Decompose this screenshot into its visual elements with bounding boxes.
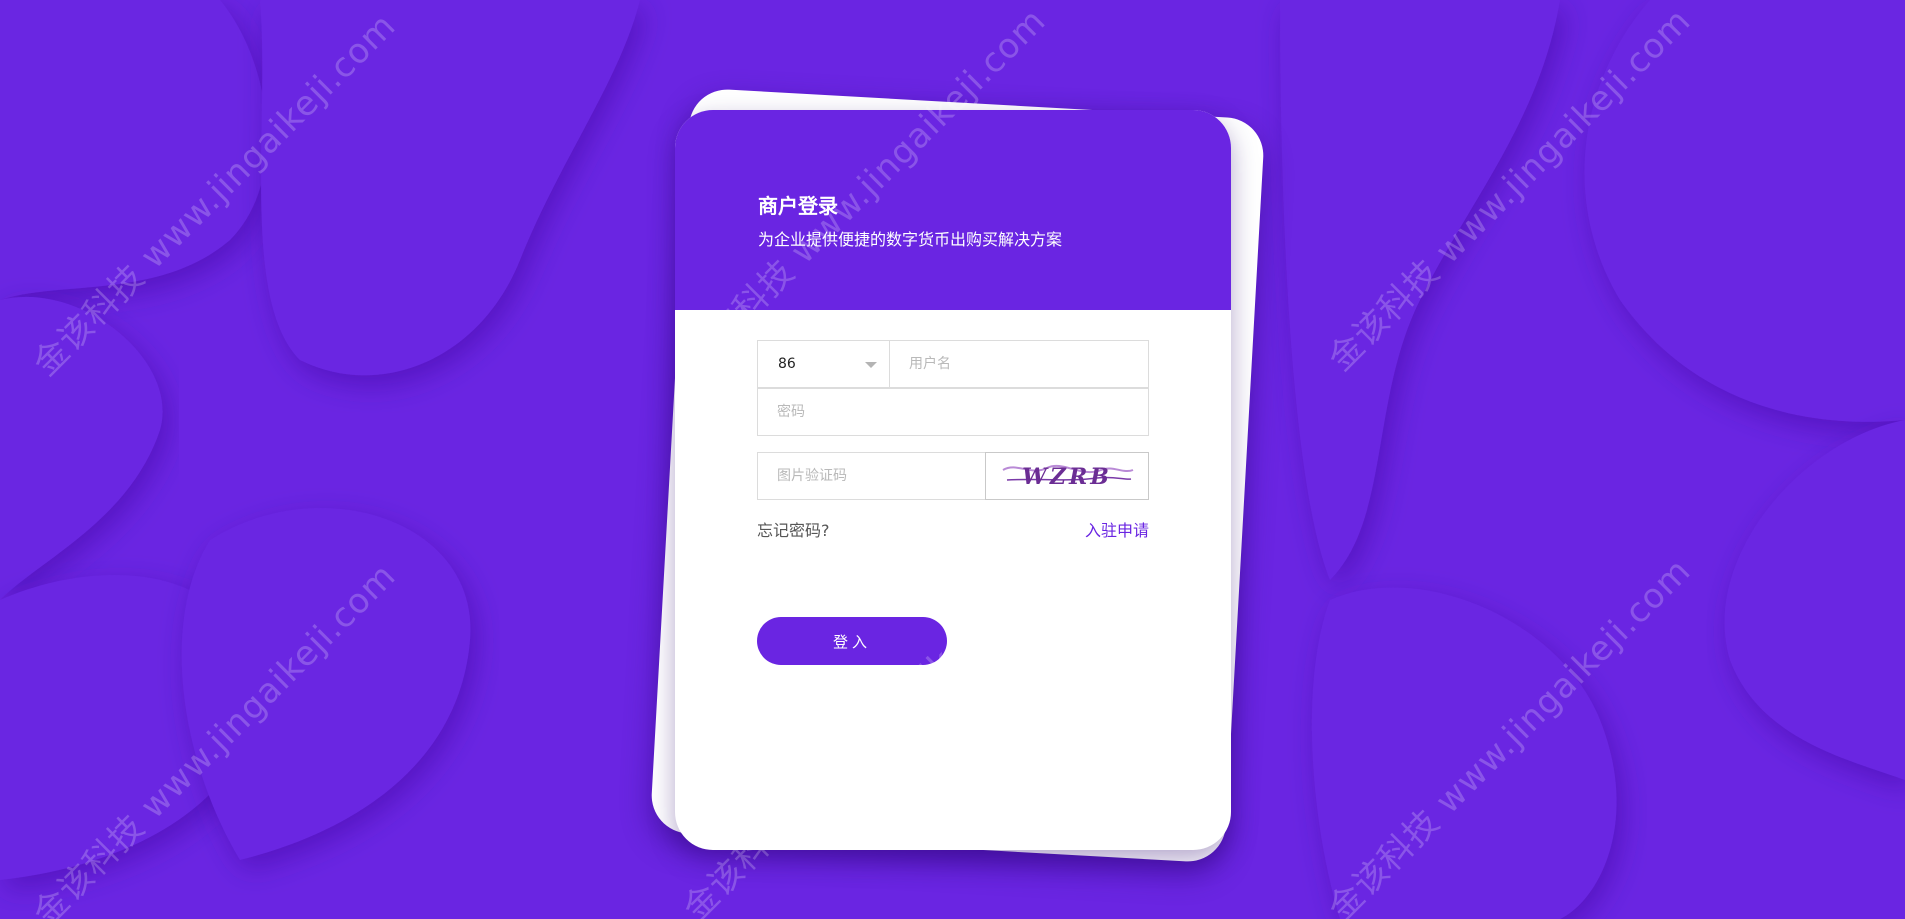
captcha-input[interactable] [758,453,985,499]
chevron-down-icon [865,362,877,368]
page-title: 商户登录 [758,194,838,218]
login-card: 商户登录 为企业提供便捷的数字货币出购买解决方案 86 WZRB 忘记密码? 入… [675,110,1231,850]
username-input[interactable] [890,341,1148,387]
captcha-field [757,452,986,500]
country-code-select[interactable]: 86 [757,340,890,388]
apply-link[interactable]: 入驻申请 [1085,517,1149,541]
password-input[interactable] [758,389,1148,435]
login-button[interactable]: 登入 [757,617,947,665]
page-subtitle: 为企业提供便捷的数字货币出购买解决方案 [758,230,1063,249]
captcha-image[interactable]: WZRB [985,452,1149,500]
login-card-header: 商户登录 为企业提供便捷的数字货币出购买解决方案 [675,110,1231,310]
country-code-value: 86 [778,356,796,372]
captcha-code-text: WZRB [1022,464,1112,490]
forgot-password-link[interactable]: 忘记密码? [757,517,830,541]
password-field [757,388,1149,436]
captcha-graphic: WZRB [997,456,1137,496]
username-field [889,340,1149,388]
